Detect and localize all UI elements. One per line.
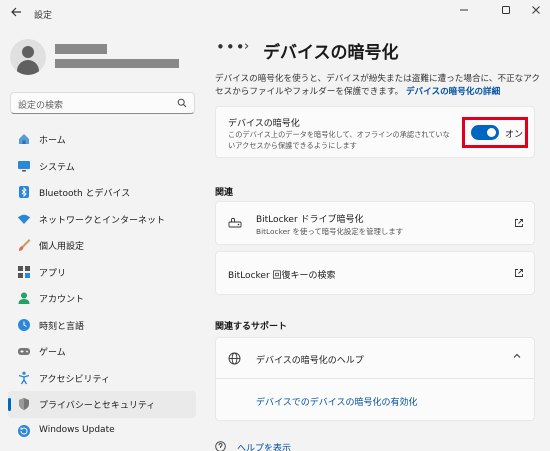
sidebar-item-label: ホーム xyxy=(39,136,66,146)
device-encryption-toggle[interactable] xyxy=(471,125,499,140)
apps-icon xyxy=(18,265,30,278)
sidebar-nav: ホーム システム Bluetooth とデバイス ネットワークとインターネット … xyxy=(8,126,198,444)
title-bar: 設定 xyxy=(0,0,550,30)
sidebar-item-label: システム xyxy=(39,162,75,173)
related-heading: 関連 xyxy=(215,188,234,198)
help-label: ヘルプを表示 xyxy=(237,444,292,451)
shield-icon xyxy=(19,398,29,410)
help-icon xyxy=(215,441,226,451)
page-description: デバイスの暗号化を使うと、デバイスが紛失または盗難に遭った場合に、不正なアクセス… xyxy=(215,73,541,99)
avatar[interactable] xyxy=(10,39,46,75)
chevron-up-icon[interactable] xyxy=(512,351,522,364)
search-placeholder: 設定の検索 xyxy=(18,101,64,111)
sidebar-item-label: アプリ xyxy=(39,268,67,279)
back-arrow-icon[interactable] xyxy=(8,6,24,22)
sidebar-item-label: 個人用設定 xyxy=(39,242,85,252)
bitlocker-title: BitLocker ドライブ暗号化 xyxy=(256,215,364,225)
home-icon xyxy=(19,134,29,144)
account-icon xyxy=(18,292,30,304)
recovery-key-card[interactable]: BitLocker 回復キーの検索 xyxy=(215,251,535,295)
system-icon xyxy=(18,160,30,171)
maximize-icon[interactable] xyxy=(498,4,514,20)
bluetooth-icon xyxy=(19,186,29,198)
sidebar-item-network[interactable]: ネットワークとインターネット xyxy=(8,206,196,233)
bitlocker-subtitle: BitLocker を使って暗号化設定を管理します xyxy=(256,227,404,236)
sidebar-item-accounts[interactable]: アカウント xyxy=(8,285,196,312)
external-link-icon xyxy=(515,219,523,227)
divider xyxy=(216,378,534,379)
sidebar-item-label: Windows Update xyxy=(39,424,115,435)
toggle-state-label: オン xyxy=(505,130,524,140)
chevron-right-icon: › xyxy=(244,39,250,54)
sidebar-item-system[interactable]: システム xyxy=(8,153,196,180)
sidebar-item-label: プライバシーとセキュリティ xyxy=(39,401,156,411)
sidebar-item-label: ゲーム xyxy=(39,348,66,358)
related-support-heading: 関連するサポート xyxy=(215,322,288,332)
page-title: デバイスの暗号化 xyxy=(263,43,399,63)
account-name-redacted xyxy=(55,44,107,54)
brush-icon xyxy=(19,239,31,251)
account-email-redacted xyxy=(55,59,179,68)
sidebar-item-label: アクセシビリティ xyxy=(39,374,111,385)
device-encryption-title: デバイスの暗号化 xyxy=(228,119,300,129)
time-language-icon xyxy=(18,318,30,331)
globe-icon xyxy=(228,352,241,365)
bitlocker-key-icon xyxy=(228,218,242,228)
sidebar-item-apps[interactable]: アプリ xyxy=(8,259,196,286)
sidebar-item-label: アカウント xyxy=(39,295,85,305)
learn-more-link[interactable]: デバイスの暗号化の詳細 xyxy=(406,87,500,97)
gamepad-icon xyxy=(18,348,30,355)
close-icon[interactable] xyxy=(528,4,544,20)
sidebar-item-personalization[interactable]: 個人用設定 xyxy=(8,232,196,259)
active-indicator xyxy=(8,398,11,411)
sidebar-item-home[interactable]: ホーム xyxy=(8,126,196,153)
support-link[interactable]: デバイスでのデバイスの暗号化の有効化 xyxy=(256,395,417,408)
accessibility-icon xyxy=(18,371,30,384)
support-card: デバイスの暗号化のヘルプ デバイスでのデバイスの暗号化の有効化 xyxy=(215,337,535,421)
sidebar-item-accessibility[interactable]: アクセシビリティ xyxy=(8,365,196,392)
device-encryption-description: このデバイス上のデータを暗号化して、オフラインの承認されていないアクセスから保護… xyxy=(228,130,450,150)
sidebar-item-bluetooth[interactable]: Bluetooth とデバイス xyxy=(8,179,196,206)
external-link-icon xyxy=(515,269,523,277)
sidebar-item-label: 時刻と言語 xyxy=(39,321,85,332)
avatar-shoulders xyxy=(17,60,39,75)
app-title: 設定 xyxy=(34,11,53,21)
sidebar-item-time-language[interactable]: 時刻と言語 xyxy=(8,312,196,339)
recovery-key-title: BitLocker 回復キーの検索 xyxy=(228,271,336,281)
search-input[interactable]: 設定の検索 xyxy=(10,92,195,114)
network-icon xyxy=(18,214,30,224)
sidebar-item-label: ネットワークとインターネット xyxy=(39,215,166,226)
minimize-icon[interactable] xyxy=(456,4,472,20)
sidebar-item-privacy-security[interactable]: プライバシーとセキュリティ xyxy=(8,391,196,418)
sidebar-item-label: Bluetooth とデバイス xyxy=(39,189,131,199)
search-icon xyxy=(177,98,187,108)
breadcrumb-overflow-button[interactable]: ••• xyxy=(216,38,246,56)
bitlocker-card[interactable]: BitLocker ドライブ暗号化 BitLocker を使って暗号化設定を管理… xyxy=(215,201,535,245)
sidebar-item-windows-update[interactable]: Windows Update xyxy=(8,418,196,445)
toggle-knob xyxy=(487,128,496,137)
avatar-head xyxy=(22,46,34,58)
sidebar-item-gaming[interactable]: ゲーム xyxy=(8,338,196,365)
update-icon xyxy=(18,424,30,437)
support-title[interactable]: デバイスの暗号化のヘルプ xyxy=(256,353,364,366)
